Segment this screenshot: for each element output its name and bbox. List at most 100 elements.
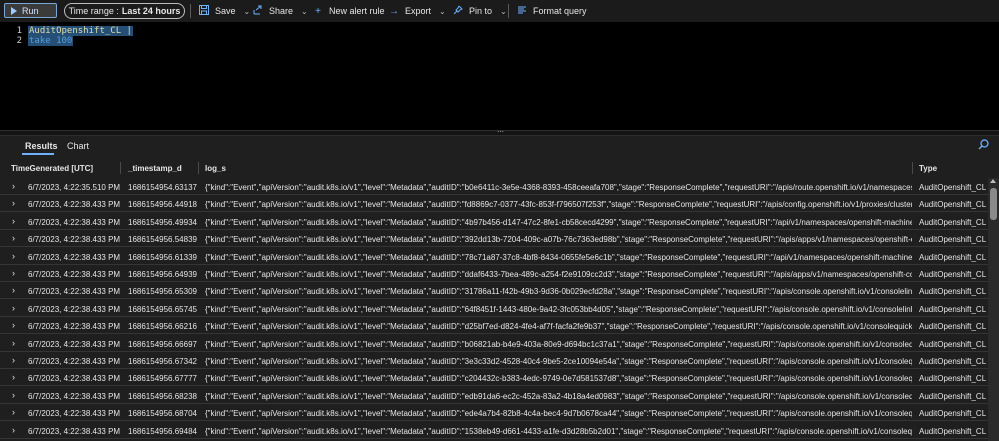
cell-log: {"kind":"Event","apiVersion":"audit.k8s.… bbox=[205, 322, 912, 332]
cell-log: {"kind":"Event","apiVersion":"audit.k8s.… bbox=[205, 183, 912, 192]
expand-row-icon[interactable]: › bbox=[12, 181, 15, 191]
toolbar: Run Time range : Last 24 hours Save ⌄ Sh… bbox=[0, 0, 999, 22]
cell-log: {"kind":"Event","apiVersion":"audit.k8s.… bbox=[205, 409, 912, 419]
cell-log: {"kind":"Event","apiVersion":"audit.k8s.… bbox=[205, 287, 912, 297]
expand-row-icon[interactable]: › bbox=[12, 320, 15, 330]
cell-timegenerated: 6/7/2023, 4:22:38.433 PM bbox=[28, 304, 120, 314]
table-row[interactable]: › 6/7/2023, 4:22:38.433 PM 1686154956.6133… bbox=[0, 247, 988, 265]
table-row[interactable]: › 6/7/2023, 4:22:38.433 PM 1686154956.6493… bbox=[0, 265, 988, 282]
table-row[interactable]: › 6/7/2023, 4:22:38.433 PM 1686154956.4993… bbox=[0, 212, 988, 230]
toolbar-divider bbox=[190, 4, 191, 18]
cell-timestamp: 1686154956.65309 bbox=[128, 287, 197, 297]
table-row[interactable]: › 6/7/2023, 4:22:38.433 PM 1686154956.6621… bbox=[0, 317, 988, 335]
cell-timegenerated: 6/7/2023, 4:22:38.433 PM bbox=[28, 409, 120, 419]
results-pane: Results Chart TimeGenerated [UTC] _times… bbox=[0, 136, 999, 441]
cell-type: AuditOpenshift_CL bbox=[919, 322, 987, 332]
table-row[interactable]: › 6/7/2023, 4:22:38.433 PM 1686154956.6669… bbox=[0, 334, 988, 352]
time-range-value: Last 24 hours bbox=[121, 6, 181, 16]
expand-row-icon[interactable]: › bbox=[12, 303, 15, 313]
table-row[interactable]: › 6/7/2023, 4:22:38.433 PM 1686154956.6870… bbox=[0, 404, 988, 422]
cell-type: AuditOpenshift_CL bbox=[919, 357, 987, 366]
editor-line: 1 AuditOpenshift_CL | bbox=[0, 26, 133, 36]
pin-icon bbox=[452, 5, 464, 18]
column-header-timestamp[interactable]: _timestamp_d bbox=[128, 164, 182, 173]
tab-chart[interactable]: Chart bbox=[67, 141, 89, 151]
cell-timegenerated: 6/7/2023, 4:22:38.433 PM bbox=[28, 357, 120, 366]
cell-log: {"kind":"Event","apiVersion":"audit.k8s.… bbox=[205, 339, 912, 349]
table-row[interactable]: › 6/7/2023, 4:22:38.433 PM 1686154956.6530… bbox=[0, 282, 988, 300]
column-header-type[interactable]: Type bbox=[919, 164, 937, 173]
cell-timegenerated: 6/7/2023, 4:22:38.433 PM bbox=[28, 322, 120, 332]
column-header-timegenerated[interactable]: TimeGenerated [UTC] bbox=[11, 164, 93, 173]
run-button[interactable]: Run bbox=[4, 3, 57, 18]
column-resize-handle[interactable] bbox=[198, 162, 199, 174]
table-row[interactable]: › 6/7/2023, 4:22:38.433 PM 1686154956.6948… bbox=[0, 421, 988, 439]
cell-log: {"kind":"Event","apiVersion":"audit.k8s.… bbox=[205, 426, 912, 436]
table-row[interactable]: › 6/7/2023, 4:22:38.433 PM 1686154956.4491… bbox=[0, 195, 988, 213]
cell-timegenerated: 6/7/2023, 4:22:38.433 PM bbox=[28, 287, 120, 297]
scrollbar-thumb[interactable] bbox=[990, 188, 997, 220]
cell-timestamp: 1686154956.69484 bbox=[128, 426, 197, 436]
expand-row-icon[interactable]: › bbox=[12, 198, 15, 208]
line-number: 1 bbox=[16, 26, 22, 36]
expand-row-icon[interactable]: › bbox=[12, 216, 15, 226]
column-header-log[interactable]: log_s bbox=[205, 164, 226, 173]
table-row[interactable]: › 6/7/2023, 4:22:38.433 PM 1686154956.6777… bbox=[0, 369, 988, 387]
cell-log: {"kind":"Event","apiVersion":"audit.k8s.… bbox=[205, 200, 912, 210]
cell-type: AuditOpenshift_CL bbox=[919, 217, 987, 227]
pin-to-button[interactable]: Pin to ⌄ bbox=[452, 4, 507, 18]
cell-timestamp: 1686154954.63137 bbox=[128, 183, 197, 192]
export-button[interactable]: → Export ⌄ bbox=[388, 4, 446, 18]
table-row[interactable]: › 6/7/2023, 4:22:35.510 PM 1686154954.6313… bbox=[0, 178, 988, 195]
cell-type: AuditOpenshift_CL bbox=[919, 287, 987, 297]
editor-line: 2 take 100 bbox=[0, 36, 74, 46]
cell-timestamp: 1686154956.64939 bbox=[128, 270, 197, 279]
tab-results[interactable]: Results bbox=[25, 141, 58, 151]
expand-row-icon[interactable]: › bbox=[12, 425, 15, 435]
cell-timegenerated: 6/7/2023, 4:22:38.433 PM bbox=[28, 391, 120, 401]
cell-type: AuditOpenshift_CL bbox=[919, 339, 987, 349]
table-row[interactable]: › 6/7/2023, 4:22:38.433 PM 1686154956.6734… bbox=[0, 352, 988, 369]
run-label: Run bbox=[22, 5, 39, 16]
cell-timestamp: 1686154956.66697 bbox=[128, 339, 197, 349]
cell-log: {"kind":"Event","apiVersion":"audit.k8s.… bbox=[205, 304, 912, 314]
time-range-picker[interactable]: Time range : Last 24 hours bbox=[64, 3, 185, 19]
cell-type: AuditOpenshift_CL bbox=[919, 235, 987, 245]
expand-row-icon[interactable]: › bbox=[12, 338, 15, 348]
cell-timestamp: 1686154956.66216 bbox=[128, 322, 197, 332]
share-icon bbox=[252, 5, 264, 18]
results-grid: › 6/7/2023, 4:22:35.510 PM 1686154954.6313… bbox=[0, 178, 988, 441]
cell-type: AuditOpenshift_CL bbox=[919, 374, 987, 384]
expand-row-icon[interactable]: › bbox=[12, 407, 15, 417]
vertical-scrollbar[interactable] bbox=[988, 178, 999, 441]
column-resize-handle[interactable] bbox=[912, 162, 913, 174]
expand-row-icon[interactable]: › bbox=[12, 355, 15, 365]
query-editor[interactable]: 1 AuditOpenshift_CL | 2 take 100 bbox=[0, 22, 999, 130]
new-alert-rule-button[interactable]: + New alert rule bbox=[312, 4, 384, 18]
column-resize-handle[interactable] bbox=[120, 162, 121, 174]
grid-header: TimeGenerated [UTC] _timestamp_d log_s T… bbox=[0, 158, 999, 178]
cell-type: AuditOpenshift_CL bbox=[919, 391, 987, 401]
expand-row-icon[interactable]: › bbox=[12, 390, 15, 400]
expand-row-icon[interactable]: › bbox=[12, 372, 15, 382]
scroll-up-icon[interactable] bbox=[990, 179, 996, 183]
share-button[interactable]: Share ⌄ bbox=[252, 4, 308, 18]
search-icon[interactable] bbox=[978, 139, 989, 150]
pin-label: Pin to bbox=[469, 6, 493, 16]
cell-timegenerated: 6/7/2023, 4:22:38.433 PM bbox=[28, 426, 120, 436]
cell-timegenerated: 6/7/2023, 4:22:38.433 PM bbox=[28, 200, 120, 210]
cell-timestamp: 1686154956.44918 bbox=[128, 200, 197, 210]
cell-timegenerated: 6/7/2023, 4:22:35.510 PM bbox=[28, 183, 120, 192]
format-query-button[interactable]: Format query bbox=[516, 4, 587, 18]
expand-row-icon[interactable]: › bbox=[12, 268, 15, 278]
expand-row-icon[interactable]: › bbox=[12, 251, 15, 261]
cell-timestamp: 1686154956.68704 bbox=[128, 409, 197, 419]
cell-type: AuditOpenshift_CL bbox=[919, 252, 987, 262]
table-row[interactable]: › 6/7/2023, 4:22:38.433 PM 1686154956.6574… bbox=[0, 299, 988, 317]
expand-row-icon[interactable]: › bbox=[12, 233, 15, 243]
save-button[interactable]: Save ⌄ bbox=[198, 4, 250, 18]
cell-log: {"kind":"Event","apiVersion":"audit.k8s.… bbox=[205, 391, 912, 401]
table-row[interactable]: › 6/7/2023, 4:22:38.433 PM 1686154956.5483… bbox=[0, 230, 988, 248]
expand-row-icon[interactable]: › bbox=[12, 285, 15, 295]
table-row[interactable]: › 6/7/2023, 4:22:38.433 PM 1686154956.6823… bbox=[0, 386, 988, 404]
